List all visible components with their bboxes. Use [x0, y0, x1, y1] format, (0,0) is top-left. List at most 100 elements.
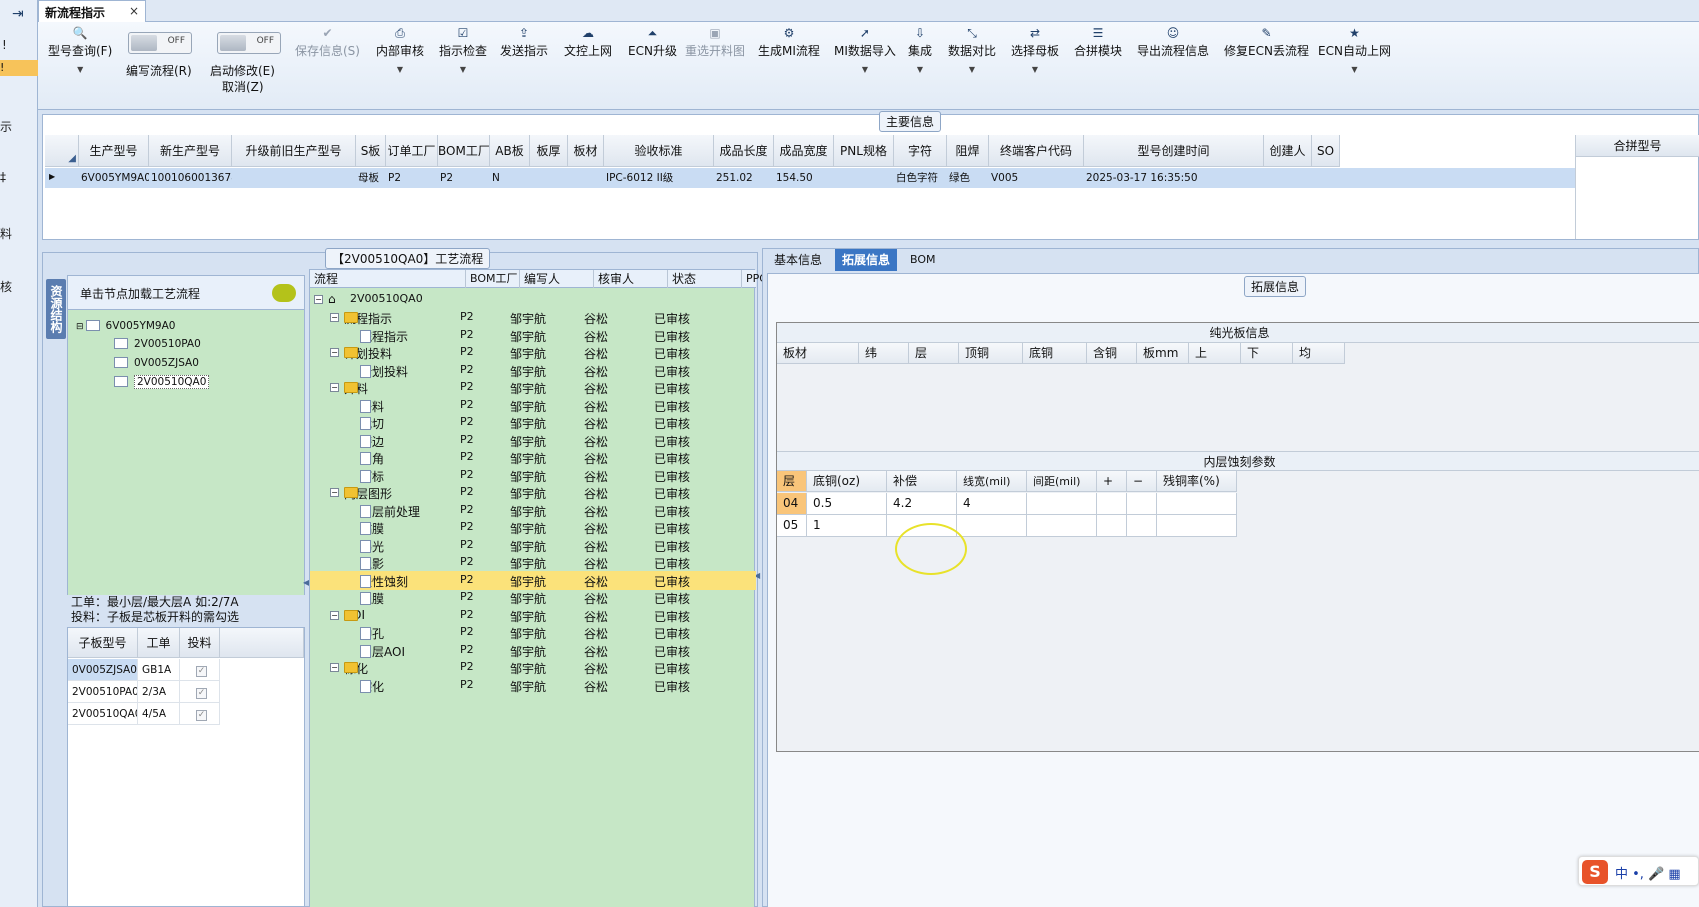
integrate-button[interactable]: ⇩ 集成 ▼	[908, 26, 932, 74]
resource-structure-tab[interactable]: 资源结构	[46, 279, 66, 339]
data-cell[interactable]: 10010600136787	[149, 168, 232, 188]
flow-row[interactable]: 流程指示 P2 邹宇航 谷松 已审核	[310, 326, 756, 345]
etch-cell[interactable]	[1157, 515, 1237, 537]
collapse-icon[interactable]: −	[330, 383, 339, 392]
select-mother-button[interactable]: ⇄ 选择母板 ▼	[1011, 26, 1059, 74]
flow-row[interactable]: 曝光 P2 邹宇航 谷松 已审核	[310, 536, 756, 555]
data-cell[interactable]	[834, 168, 894, 188]
etch-cell[interactable]: 4	[957, 493, 1027, 515]
close-icon[interactable]: ×	[129, 4, 139, 18]
flow-row[interactable]: 冲孔 P2 邹宇航 谷松 已审核	[310, 623, 756, 642]
edit-flow-toggle[interactable]: OFF	[128, 32, 192, 54]
tab-bom[interactable]: BOM	[903, 249, 943, 271]
text-online-button[interactable]: ☁ 文控上网	[564, 26, 612, 59]
model-query-button[interactable]: 🔍 型号查询(F) ▼	[48, 26, 112, 74]
flow-row[interactable]: 打标 P2 邹宇航 谷松 已审核	[310, 466, 756, 485]
order-cell[interactable]: 2/3A	[138, 681, 180, 703]
etch-cell[interactable]: 4.2	[887, 493, 957, 515]
data-cell[interactable]: 154.50	[774, 168, 834, 188]
data-cell[interactable]	[1312, 168, 1340, 188]
data-cell[interactable]: 绿色	[947, 168, 989, 188]
data-cell[interactable]: IPC-6012 II级	[604, 168, 714, 188]
etch-cell[interactable]	[1157, 493, 1237, 515]
reselect-cut-button[interactable]: ▣ 重选开料图	[685, 26, 745, 59]
etch-cell[interactable]: 1	[807, 515, 887, 537]
flow-row[interactable]: 退膜 P2 邹宇航 谷松 已审核	[310, 588, 756, 607]
data-cell[interactable]: V005	[989, 168, 1084, 188]
flow-row[interactable]: 内层AOI P2 邹宇航 谷松 已审核	[310, 641, 756, 660]
tree-node-selected[interactable]: 2V00510QA0	[114, 375, 210, 389]
etch-cell[interactable]	[1097, 493, 1127, 515]
internal-review-button[interactable]: ⎙ 内部审核 ▼	[376, 26, 424, 74]
flow-row[interactable]: 贴膜 P2 邹宇航 谷松 已审核	[310, 518, 756, 537]
data-cell[interactable]: 母板	[356, 168, 386, 188]
data-cell[interactable]: 6V005YM9A0	[79, 168, 149, 188]
flow-row[interactable]: 计划投料 P2 邹宇航 谷松 已审核	[310, 361, 756, 380]
document-tab[interactable]: 新流程指示 ×	[38, 0, 146, 22]
data-cell[interactable]: P2	[386, 168, 438, 188]
etch-cell[interactable]	[1127, 515, 1157, 537]
tree-node-child[interactable]: 0V005ZJSA0	[114, 357, 199, 369]
collapse-icon[interactable]: −	[330, 610, 339, 620]
etch-cell[interactable]	[1027, 493, 1097, 515]
ecn-auto-online-button[interactable]: ★ ECN自动上网 ▼	[1318, 26, 1391, 74]
etch-cell[interactable]	[1127, 493, 1157, 515]
cancel-label[interactable]: 取消(Z)	[222, 78, 264, 95]
send-indicator-button[interactable]: ⇪ 发送指示	[500, 26, 548, 59]
etch-cell[interactable]	[1097, 515, 1127, 537]
sub-model-cell[interactable]: 2V00510PA0	[68, 681, 138, 703]
flow-row[interactable]: 内层前处理 P2 邹宇航 谷松 已审核	[310, 501, 756, 520]
collapse-icon[interactable]: −	[330, 313, 339, 322]
indicator-check-button[interactable]: ☑ 指示检查 ▼	[439, 26, 487, 74]
flow-row[interactable]: 显影 P2 邹宇航 谷松 已审核	[310, 553, 756, 572]
data-cell[interactable]: P2	[438, 168, 490, 188]
order-cell[interactable]: GB1A	[138, 659, 180, 681]
order-cell[interactable]: 4/5A	[138, 703, 180, 725]
tab-extended-info[interactable]: 拓展信息	[835, 249, 898, 271]
data-cell[interactable]: N	[490, 168, 530, 188]
flow-row[interactable]: −AOI P2 邹宇航 谷松 已审核	[310, 606, 756, 625]
flow-row[interactable]: − 计划投料 P2 邹宇航 谷松 已审核	[310, 343, 756, 362]
flow-row[interactable]: −开料 P2 邹宇航 谷松 已审核	[310, 378, 756, 397]
strip-selected-item[interactable]: !	[0, 60, 38, 76]
ecn-upgrade-button[interactable]: ⏶ ECN升级	[628, 26, 677, 59]
tree-node-root[interactable]: ⊟ 6V005YM9A0	[76, 320, 175, 332]
flow-row[interactable]: 酸性蚀刻 P2 邹宇航 谷松 已审核	[310, 570, 756, 590]
export-flow-button[interactable]: ☺ 导出流程信息	[1137, 26, 1209, 59]
collapse-icon[interactable]: −	[330, 348, 339, 357]
flow-root-node[interactable]: − ⌂ 2V00510QA0	[310, 290, 756, 309]
flow-row[interactable]: 开料 P2 邹宇航 谷松 已审核	[310, 396, 756, 415]
start-modify-toggle[interactable]: OFF	[217, 32, 281, 54]
etch-cell[interactable]: 05	[777, 515, 807, 537]
data-cell[interactable]	[1264, 168, 1312, 188]
gen-mi-flow-button[interactable]: ⚙ 生成MI流程	[758, 26, 820, 59]
data-cell[interactable]	[232, 168, 356, 188]
mi-data-import-button[interactable]: ➚ MI数据导入 ▼	[834, 26, 896, 74]
data-compare-button[interactable]: ⤡ 数据对比 ▼	[948, 26, 996, 74]
etch-cell[interactable]: 0.5	[807, 493, 887, 515]
tab-basic-info[interactable]: 基本信息	[767, 249, 829, 271]
data-cell[interactable]	[568, 168, 604, 188]
feed-checkbox[interactable]: ✓	[180, 703, 220, 725]
etch-cell[interactable]	[957, 515, 1027, 537]
flow-row[interactable]: −棕化 P2 邹宇航 谷松 已审核	[310, 658, 756, 677]
ime-toolbar[interactable]: S 中 •, 🎤 ▦	[1578, 856, 1699, 886]
etch-cell[interactable]	[1027, 515, 1097, 537]
sub-model-cell[interactable]: 0V005ZJSA0	[68, 659, 138, 681]
flow-row[interactable]: 磨边 P2 邹宇航 谷松 已审核	[310, 431, 756, 450]
flow-row[interactable]: − 流程指示 P2 邹宇航 谷松 已审核	[310, 308, 756, 327]
feed-checkbox[interactable]: ✓	[180, 659, 220, 681]
save-info-button[interactable]: ✔ 保存信息(S)	[295, 26, 360, 59]
merge-module-button[interactable]: ☰ 合拼模块	[1074, 26, 1122, 59]
data-cell[interactable]: 2025-03-17 16:35:50	[1084, 168, 1264, 188]
data-cell[interactable]	[530, 168, 568, 188]
etch-cell[interactable]: 04	[777, 493, 807, 515]
repair-ecn-button[interactable]: ✎ 修复ECN丢流程	[1224, 26, 1309, 59]
flow-row[interactable]: − 内层图形 P2 邹宇航 谷松 已审核	[310, 483, 756, 502]
collapse-icon[interactable]: −	[330, 488, 339, 497]
tree-node-child[interactable]: 2V00510PA0	[114, 338, 201, 350]
collapse-icon[interactable]: −	[330, 663, 339, 672]
exit-icon[interactable]: ⇥	[12, 6, 30, 22]
flow-row[interactable]: 圆角 P2 邹宇航 谷松 已审核	[310, 448, 756, 467]
data-cell[interactable]: 白色字符	[894, 168, 947, 188]
